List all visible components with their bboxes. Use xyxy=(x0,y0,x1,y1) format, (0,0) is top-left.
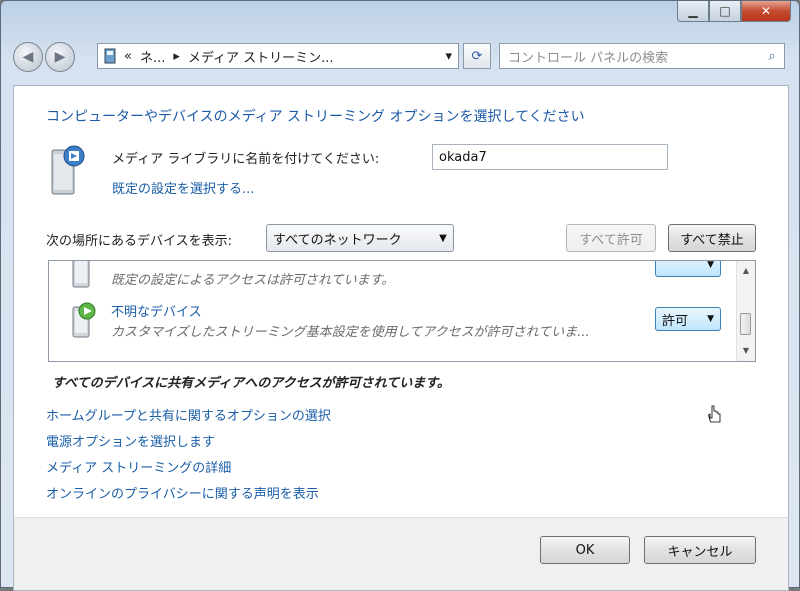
chevron-down-icon: ▼ xyxy=(439,232,447,244)
forward-button[interactable]: ▶ xyxy=(45,42,75,72)
maximize-button[interactable]: □ xyxy=(709,1,741,22)
cancel-button[interactable]: キャンセル xyxy=(644,536,756,564)
network-select-value: すべてのネットワーク xyxy=(273,232,402,248)
related-links: ホームグループと共有に関するオプションの選択 電源オプションを選択します メディ… xyxy=(46,404,331,508)
navigation-bar: ◀ ▶ « ネ... ▸ メディア ストリーミン... ▾ ⟳ コントロール パ… xyxy=(1,35,800,79)
address-dropdown-icon[interactable]: ▾ xyxy=(445,49,452,64)
mouse-cursor-icon xyxy=(708,405,721,423)
status-text: すべてのデバイスに共有メディアへのアクセスが許可されています。 xyxy=(52,376,450,391)
breadcrumb-chevron[interactable]: « xyxy=(124,49,132,64)
ok-button[interactable]: OK xyxy=(540,536,630,564)
block-all-button[interactable]: すべて禁止 xyxy=(668,224,756,252)
media-library-icon xyxy=(51,145,85,195)
allow-all-button[interactable]: すべて許可 xyxy=(566,224,656,252)
device-access-dropdown[interactable]: 許可 ▼ xyxy=(655,307,721,331)
power-options-link[interactable]: 電源オプションを選択します xyxy=(46,430,331,456)
refresh-icon: ⟳ xyxy=(471,48,483,64)
media-streaming-window: ▁ □ ✕ ◀ ▶ « ネ... ▸ メディア ストリーミン... ▾ ⟳ コン… xyxy=(0,0,800,591)
network-select[interactable]: すべてのネットワーク ▼ xyxy=(266,224,454,252)
search-input[interactable]: コントロール パネルの検索 xyxy=(508,47,760,66)
device-name-link[interactable]: 不明なデバイス xyxy=(111,301,202,320)
back-icon: ◀ xyxy=(22,49,34,65)
device-access-dropdown[interactable]: ▼ xyxy=(655,260,721,277)
search-box[interactable]: コントロール パネルの検索 ⌕ xyxy=(499,43,785,69)
chevron-down-icon: ▼ xyxy=(707,260,714,270)
dialog-footer: OK キャンセル xyxy=(13,517,789,591)
list-item[interactable]: 不明なデバイス カスタマイズしたストリーミング基本設定を使用してアクセスが許可さ… xyxy=(49,295,737,343)
scroll-down-icon[interactable]: ▼ xyxy=(737,343,755,359)
breadcrumb-network[interactable]: ネ... xyxy=(140,47,165,66)
homegroup-options-link[interactable]: ホームグループと共有に関するオプションの選択 xyxy=(46,404,331,430)
privacy-statement-link[interactable]: オンラインのプライバシーに関する声明を表示 xyxy=(46,482,331,508)
device-description: 既定の設定によるアクセスは許可されています。 xyxy=(111,273,395,288)
page-title: コンピューターやデバイスのメディア ストリーミング オプションを選択してください xyxy=(46,109,585,125)
back-button[interactable]: ◀ xyxy=(13,42,43,72)
library-name-label: メディア ライブラリに名前を付けてください: xyxy=(112,152,380,167)
scroll-up-icon[interactable]: ▲ xyxy=(737,263,755,279)
caption-buttons: ▁ □ ✕ xyxy=(677,1,791,22)
address-bar[interactable]: « ネ... ▸ メディア ストリーミン... ▾ xyxy=(97,43,459,69)
streaming-details-link[interactable]: メディア ストリーミングの詳細 xyxy=(46,456,331,482)
control-panel-icon xyxy=(104,48,116,64)
minimize-button[interactable]: ▁ xyxy=(677,1,709,22)
scroll-thumb[interactable] xyxy=(740,313,751,335)
unknown-device-icon xyxy=(72,302,96,338)
device-list[interactable]: 既定の設定によるアクセスは許可されています。 ▼ 不明なデバイス カスタマイズし… xyxy=(48,260,756,362)
device-list-scrollbar[interactable]: ▲ ▼ xyxy=(736,261,755,361)
library-name-input[interactable]: okada7 xyxy=(432,144,668,170)
default-settings-link[interactable]: 既定の設定を選択する... xyxy=(112,178,254,197)
forward-icon: ▶ xyxy=(54,49,66,65)
main-content: コンピューターやデバイスのメディア ストリーミング オプションを選択してください… xyxy=(13,85,789,519)
device-description: カスタマイズしたストリーミング基本設定を使用してアクセスが許可されていま... xyxy=(111,325,590,340)
chevron-down-icon: ▼ xyxy=(707,314,714,324)
close-button[interactable]: ✕ xyxy=(741,1,791,22)
breadcrumb-separator[interactable]: ▸ xyxy=(173,49,180,64)
list-item[interactable]: 既定の設定によるアクセスは許可されています。 ▼ xyxy=(49,260,737,291)
show-devices-label: 次の場所にあるデバイスを表示: xyxy=(46,234,232,249)
breadcrumb-media-streaming[interactable]: メディア ストリーミン... xyxy=(188,47,334,66)
search-icon[interactable]: ⌕ xyxy=(760,49,784,64)
device-icon xyxy=(72,261,90,288)
refresh-button[interactable]: ⟳ xyxy=(463,43,491,69)
